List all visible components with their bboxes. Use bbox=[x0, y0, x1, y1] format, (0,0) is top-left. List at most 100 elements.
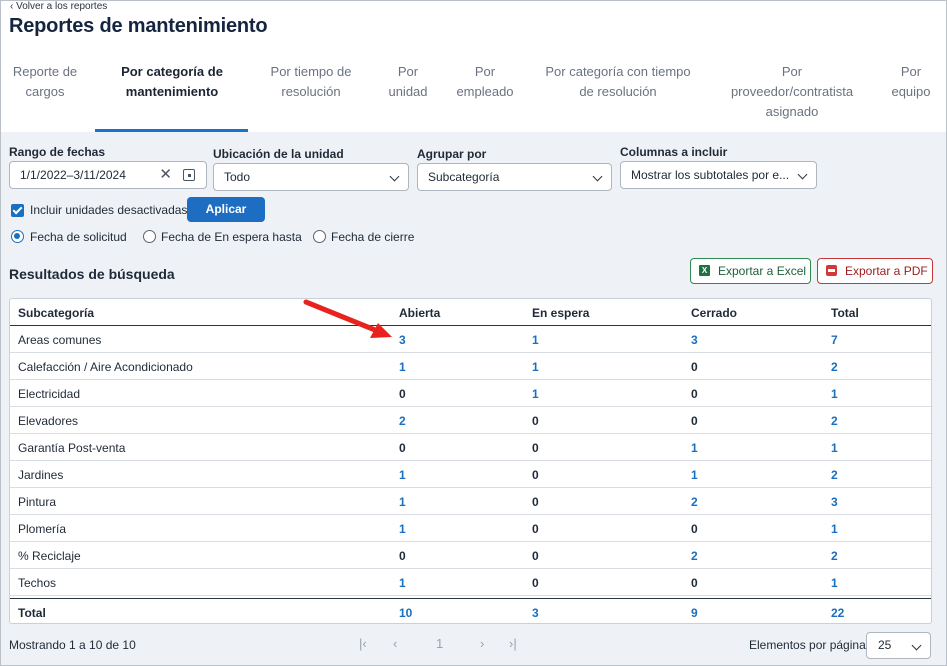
cell-abierta: 0 bbox=[399, 387, 406, 401]
radio-fecha-cierre[interactable] bbox=[313, 230, 326, 243]
cell-total[interactable]: 2 bbox=[831, 414, 838, 428]
export-pdf-label: Exportar a PDF bbox=[845, 264, 928, 278]
cell-abierta[interactable]: 1 bbox=[399, 576, 406, 590]
radio-fecha-en-espera[interactable] bbox=[143, 230, 156, 243]
excel-icon: X bbox=[699, 265, 710, 276]
back-link[interactable]: ‹ Volver a los reportes bbox=[10, 1, 107, 12]
subcategory-name: Calefacción / Aire Acondicionado bbox=[18, 360, 193, 374]
cell-abierta: 0 bbox=[399, 549, 406, 563]
first-page-button[interactable]: |‹ bbox=[359, 636, 367, 651]
tab-por-proveedor[interactable]: Por proveedor/contratista asignado bbox=[722, 62, 862, 122]
cell-en-espera: 0 bbox=[532, 441, 539, 455]
cell-en-espera[interactable]: 1 bbox=[532, 360, 539, 374]
col-subcategoria[interactable]: Subcategoría bbox=[18, 306, 94, 320]
tab-por-unidad[interactable]: Por unidad bbox=[386, 62, 430, 102]
cell-cerrado[interactable]: 2 bbox=[691, 495, 698, 509]
cell-total[interactable]: 1 bbox=[831, 387, 838, 401]
cell-abierta[interactable]: 1 bbox=[399, 495, 406, 509]
last-page-button[interactable]: ›| bbox=[509, 636, 517, 651]
table-row: Elevadores 2 0 0 2 bbox=[10, 407, 931, 434]
group-by-select[interactable]: Subcategoría bbox=[417, 163, 612, 191]
cell-en-espera[interactable]: 1 bbox=[532, 333, 539, 347]
cell-abierta[interactable]: 1 bbox=[399, 360, 406, 374]
subcategory-name: Garantía Post-venta bbox=[18, 441, 126, 455]
cell-cerrado: 0 bbox=[691, 414, 698, 428]
subcategory-name: Pintura bbox=[18, 495, 57, 509]
table-row: Areas comunes 3 1 3 7 bbox=[10, 326, 931, 353]
include-inactive-checkbox[interactable] bbox=[11, 204, 24, 217]
total-en-espera[interactable]: 3 bbox=[532, 606, 539, 620]
cell-total[interactable]: 1 bbox=[831, 441, 838, 455]
columns-select[interactable]: Mostrar los subtotales por e... bbox=[620, 161, 817, 189]
cell-abierta[interactable]: 2 bbox=[399, 414, 406, 428]
tab-reporte-de-cargos[interactable]: Reporte de cargos bbox=[12, 62, 78, 102]
chevron-down-icon bbox=[389, 171, 400, 182]
total-cerrado[interactable]: 9 bbox=[691, 606, 698, 620]
subcategory-name: Areas comunes bbox=[18, 333, 102, 347]
cell-en-espera[interactable]: 1 bbox=[532, 387, 539, 401]
cell-total[interactable]: 7 bbox=[831, 333, 838, 347]
table-row: Calefacción / Aire Acondicionado 1 1 0 2 bbox=[10, 353, 931, 380]
col-total[interactable]: Total bbox=[831, 306, 859, 320]
chevron-down-icon bbox=[592, 171, 603, 182]
export-excel-button[interactable]: X Exportar a Excel bbox=[690, 258, 811, 284]
calendar-icon[interactable] bbox=[183, 169, 195, 181]
tab-por-empleado[interactable]: Por empleado bbox=[452, 62, 518, 102]
date-range-field[interactable]: 1/1/2022–3/11/2024 ✕ bbox=[9, 161, 207, 189]
chevron-down-icon bbox=[797, 169, 808, 180]
cell-cerrado[interactable]: 1 bbox=[691, 441, 698, 455]
table-row: Garantía Post-venta 0 0 1 1 bbox=[10, 434, 931, 461]
cell-en-espera: 0 bbox=[532, 468, 539, 482]
cell-cerrado[interactable]: 1 bbox=[691, 468, 698, 482]
cell-abierta[interactable]: 3 bbox=[399, 333, 406, 347]
cell-total[interactable]: 3 bbox=[831, 495, 838, 509]
cell-cerrado: 0 bbox=[691, 387, 698, 401]
col-cerrado[interactable]: Cerrado bbox=[691, 306, 737, 320]
cell-total[interactable]: 2 bbox=[831, 549, 838, 563]
tab-por-categoria[interactable]: Por categoría de mantenimiento bbox=[110, 62, 234, 102]
cell-abierta[interactable]: 1 bbox=[399, 522, 406, 536]
total-total[interactable]: 22 bbox=[831, 606, 844, 620]
col-abierta[interactable]: Abierta bbox=[399, 306, 440, 320]
table-row: Jardines 1 0 1 2 bbox=[10, 461, 931, 488]
cell-cerrado[interactable]: 2 bbox=[691, 549, 698, 563]
table-row: Electricidad 0 1 0 1 bbox=[10, 380, 931, 407]
apply-button[interactable]: Aplicar bbox=[187, 197, 265, 222]
cell-cerrado: 0 bbox=[691, 360, 698, 374]
cell-total[interactable]: 2 bbox=[831, 468, 838, 482]
col-en-espera[interactable]: En espera bbox=[532, 306, 589, 320]
subcategory-name: % Reciclaje bbox=[18, 549, 81, 563]
chevron-down-icon bbox=[911, 640, 922, 651]
cell-en-espera: 0 bbox=[532, 576, 539, 590]
tab-por-tiempo-de-resolucion[interactable]: Por tiempo de resolución bbox=[262, 62, 360, 102]
clear-icon[interactable]: ✕ bbox=[159, 162, 172, 188]
cell-total[interactable]: 1 bbox=[831, 522, 838, 536]
subcategory-name: Electricidad bbox=[18, 387, 81, 401]
cell-cerrado: 0 bbox=[691, 576, 698, 590]
per-page-select[interactable]: 25 bbox=[866, 632, 931, 659]
cell-total[interactable]: 2 bbox=[831, 360, 838, 374]
pdf-icon bbox=[826, 265, 837, 276]
cell-en-espera: 0 bbox=[532, 549, 539, 563]
export-pdf-button[interactable]: Exportar a PDF bbox=[817, 258, 933, 284]
next-page-button[interactable]: › bbox=[480, 636, 484, 651]
total-abierta[interactable]: 10 bbox=[399, 606, 412, 620]
export-excel-label: Exportar a Excel bbox=[718, 264, 807, 278]
subcategory-name: Techos bbox=[18, 576, 57, 590]
radio-fecha-solicitud[interactable] bbox=[11, 230, 24, 243]
total-label: Total bbox=[18, 606, 46, 620]
cell-total[interactable]: 1 bbox=[831, 576, 838, 590]
location-select[interactable]: Todo bbox=[213, 163, 409, 191]
cell-cerrado[interactable]: 3 bbox=[691, 333, 698, 347]
tab-por-equipo[interactable]: Por equipo bbox=[886, 62, 936, 102]
columns-value: Mostrar los subtotales por e... bbox=[631, 168, 790, 182]
table-row: Plomería 1 0 0 1 bbox=[10, 515, 931, 542]
prev-page-button[interactable]: ‹ bbox=[393, 636, 397, 651]
cell-abierta[interactable]: 1 bbox=[399, 468, 406, 482]
page-number[interactable]: 1 bbox=[436, 636, 443, 651]
tab-por-categoria-tiempo[interactable]: Por categoría con tiempo de resolución bbox=[538, 62, 698, 102]
location-label: Ubicación de la unidad bbox=[213, 147, 344, 161]
cell-en-espera: 0 bbox=[532, 495, 539, 509]
cell-cerrado: 0 bbox=[691, 522, 698, 536]
radio-fecha-solicitud-label: Fecha de solicitud bbox=[30, 230, 127, 244]
